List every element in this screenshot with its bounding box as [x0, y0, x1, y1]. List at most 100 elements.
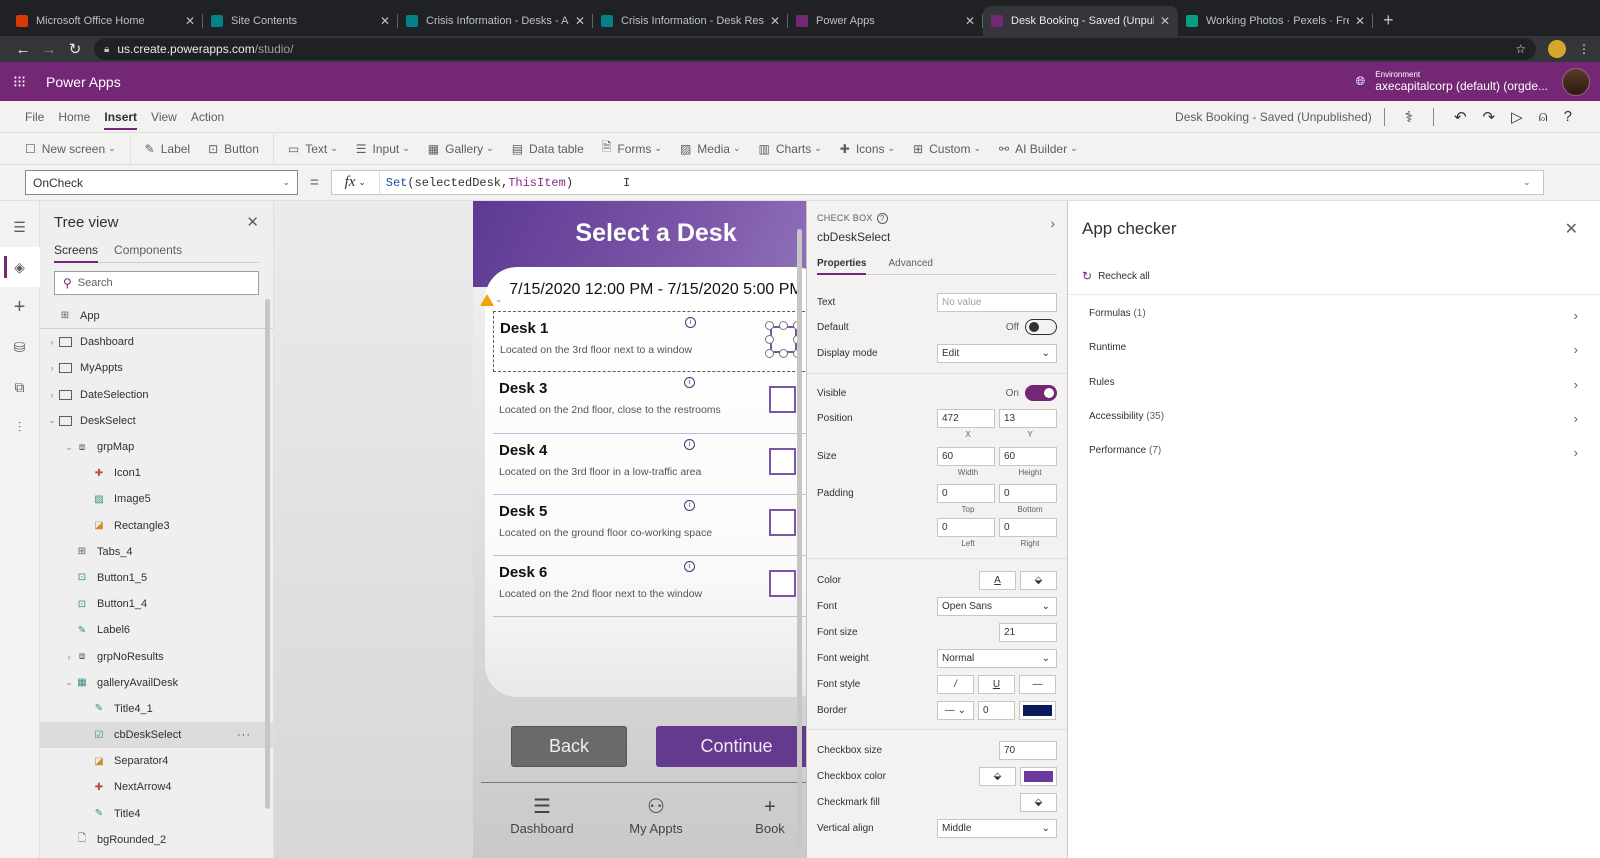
info-icon[interactable]: i	[685, 317, 696, 328]
close-tab-icon[interactable]: ✕	[770, 14, 780, 28]
desk-gallery-item[interactable]: Desk 5 Located on the ground floor co-wor…	[493, 495, 820, 557]
desk-gallery-item[interactable]: Desk 6 Located on the 2nd floor next to t…	[493, 556, 820, 618]
visible-toggle[interactable]	[1025, 385, 1057, 401]
browser-tab[interactable]: Crisis Information - Desks - All ✕	[398, 6, 593, 36]
chevron-right-icon[interactable]: ›	[1050, 215, 1055, 231]
undo-icon[interactable]: ↶	[1454, 108, 1467, 126]
close-tab-icon[interactable]: ✕	[965, 14, 975, 28]
browser-tab[interactable]: Working Photos · Pexels · Free ✕	[1178, 6, 1373, 36]
resize-handle[interactable]	[779, 349, 788, 358]
warning-icon[interactable]	[480, 294, 494, 306]
new-tab-icon[interactable]: +	[1373, 6, 1404, 36]
checkbox-fill-button[interactable]: ⬙	[979, 767, 1016, 786]
tree-item[interactable]: 🗋︎ bgRounded_2	[40, 827, 273, 853]
browser-tab[interactable]: Crisis Information - Desk Reser ✕	[593, 6, 788, 36]
tab-screens[interactable]: Screens	[54, 243, 99, 263]
user-avatar[interactable]	[1562, 67, 1590, 96]
tab-components[interactable]: Components	[114, 243, 182, 262]
nav-my-appts[interactable]: ⚇ My Appts	[606, 797, 706, 836]
expand-chevron-icon[interactable]: ›	[46, 390, 58, 400]
tree-item[interactable]: ⌄ DeskSelect	[40, 408, 273, 434]
menu-home[interactable]: Home	[58, 104, 90, 130]
default-toggle[interactable]	[1025, 319, 1057, 335]
ribbon-input[interactable]: ☰ Input ⌄	[356, 142, 410, 156]
text-input[interactable]: No value	[937, 293, 1057, 312]
formula-input[interactable]: fx ⌄ Set(selectedDesk,ThisItem) I ⌄	[330, 170, 1544, 195]
desk-gallery-item[interactable]: Desk 4 Located on the 3rd floor in a low-…	[493, 434, 820, 495]
vertical-align-dropdown[interactable]: Middle	[937, 819, 1057, 838]
tab-properties[interactable]: Properties	[817, 258, 867, 275]
recheck-all-button[interactable]: ↻ Recheck all	[1082, 269, 1150, 283]
tree-search-input[interactable]: ⚲ Search	[54, 271, 259, 295]
expand-chevron-icon[interactable]: ›	[46, 337, 58, 347]
nav-dashboard[interactable]: ☰ Dashboard	[492, 797, 592, 836]
app-checker-stethoscope-icon[interactable]: ⚕︎	[1405, 108, 1413, 126]
tree-item[interactable]: › MyAppts	[40, 355, 273, 381]
border-thickness-input[interactable]: 0	[978, 701, 1015, 720]
tree-item[interactable]: ⌄ ▦ galleryAvailDesk	[40, 670, 273, 696]
control-name[interactable]: cbDeskSelect	[817, 230, 1057, 244]
properties-scrollbar[interactable]	[797, 229, 802, 849]
strikethrough-button[interactable]: —	[1019, 675, 1056, 694]
info-icon[interactable]: i	[684, 561, 695, 573]
url-field[interactable]: 🔒︎ us.create.powerapps.com/studio/ ☆	[94, 38, 1536, 60]
resize-handle[interactable]	[779, 321, 788, 330]
position-y-input[interactable]: 13	[999, 409, 1057, 428]
checker-category[interactable]: Accessibility (35) ›	[1089, 411, 1578, 426]
reload-icon[interactable]: ↻	[62, 40, 88, 58]
close-tab-icon[interactable]: ✕	[1355, 14, 1365, 28]
info-icon[interactable]: i	[684, 377, 695, 389]
desk-gallery-item[interactable]: Desk 1 Located on the 3rd floor next to a…	[493, 311, 820, 373]
close-tab-icon[interactable]: ✕	[575, 14, 585, 28]
hamburger-menu-icon[interactable]: ☰	[0, 207, 40, 247]
padding-left-input[interactable]: 0	[937, 518, 995, 537]
italic-button[interactable]: /	[937, 675, 974, 694]
forward-nav-icon[interactable]: →	[36, 41, 62, 58]
ribbon-data-table[interactable]: ▤ Data table	[512, 142, 584, 156]
tree-item[interactable]: ⊞ Tabs_4	[40, 539, 273, 565]
tree-item[interactable]: ⊡ Button1_4	[40, 591, 273, 617]
browser-tab[interactable]: Site Contents ✕	[203, 6, 398, 36]
close-tab-icon[interactable]: ✕	[1160, 14, 1170, 28]
tree-view-layers-icon[interactable]: ◈	[0, 247, 40, 287]
tree-item[interactable]: ◪ Rectangle3	[40, 513, 273, 539]
close-icon[interactable]: ✕	[1565, 219, 1578, 239]
menu-view[interactable]: View	[151, 104, 177, 130]
checker-category[interactable]: Rules ›	[1089, 377, 1578, 392]
checker-category[interactable]: Runtime ›	[1089, 342, 1578, 357]
ribbon-text[interactable]: ▭ Text ⌄	[288, 142, 338, 156]
display-mode-dropdown[interactable]: Edit	[937, 344, 1057, 363]
tree-item[interactable]: › ⧈ grpNoResults	[40, 643, 273, 669]
desk-gallery-item[interactable]: Desk 3 Located on the 2nd floor, close to…	[493, 372, 820, 434]
ribbon-media[interactable]: ▨ Media ⌄	[680, 142, 741, 156]
expand-chevron-icon[interactable]: ›	[63, 652, 75, 662]
tree-scrollbar[interactable]	[265, 299, 270, 809]
tree-item[interactable]: ✚ Icon1	[40, 460, 273, 486]
tree-item[interactable]: ✎ Title4	[40, 801, 273, 827]
close-tab-icon[interactable]: ✕	[185, 14, 195, 28]
data-cylinder-icon[interactable]: ⛁	[0, 327, 40, 367]
tree-item[interactable]: › DateSelection	[40, 382, 273, 408]
continue-button[interactable]: Continue	[656, 726, 817, 767]
help-icon[interactable]: ?	[876, 213, 888, 224]
tree-item[interactable]: ▨ Image5	[40, 486, 273, 512]
menu-file[interactable]: File	[25, 104, 44, 130]
menu-action[interactable]: Action	[191, 104, 224, 130]
padding-right-input[interactable]: 0	[999, 518, 1057, 537]
padding-bottom-input[interactable]: 0	[999, 484, 1057, 503]
media-icon[interactable]: ⧉	[0, 367, 40, 407]
help-icon[interactable]: ?	[1564, 108, 1572, 125]
position-x-input[interactable]: 472	[937, 409, 995, 428]
back-button[interactable]: Back	[511, 726, 627, 767]
preview-play-icon[interactable]: ▷	[1511, 108, 1523, 126]
checker-category[interactable]: Formulas (1) ›	[1089, 308, 1578, 323]
nav-book[interactable]: + Book	[720, 797, 820, 836]
height-input[interactable]: 60	[999, 447, 1057, 466]
desk-checkbox[interactable]	[769, 508, 796, 536]
ribbon-icons[interactable]: ✚ Icons ⌄	[840, 142, 895, 156]
menu-insert[interactable]: Insert	[104, 104, 137, 130]
info-icon[interactable]: i	[684, 438, 695, 450]
fill-color-button[interactable]: ⬙	[1020, 571, 1057, 590]
ribbon-ai-builder[interactable]: ⚯ AI Builder ⌄	[999, 142, 1078, 156]
redo-icon[interactable]: ↷	[1483, 108, 1496, 126]
